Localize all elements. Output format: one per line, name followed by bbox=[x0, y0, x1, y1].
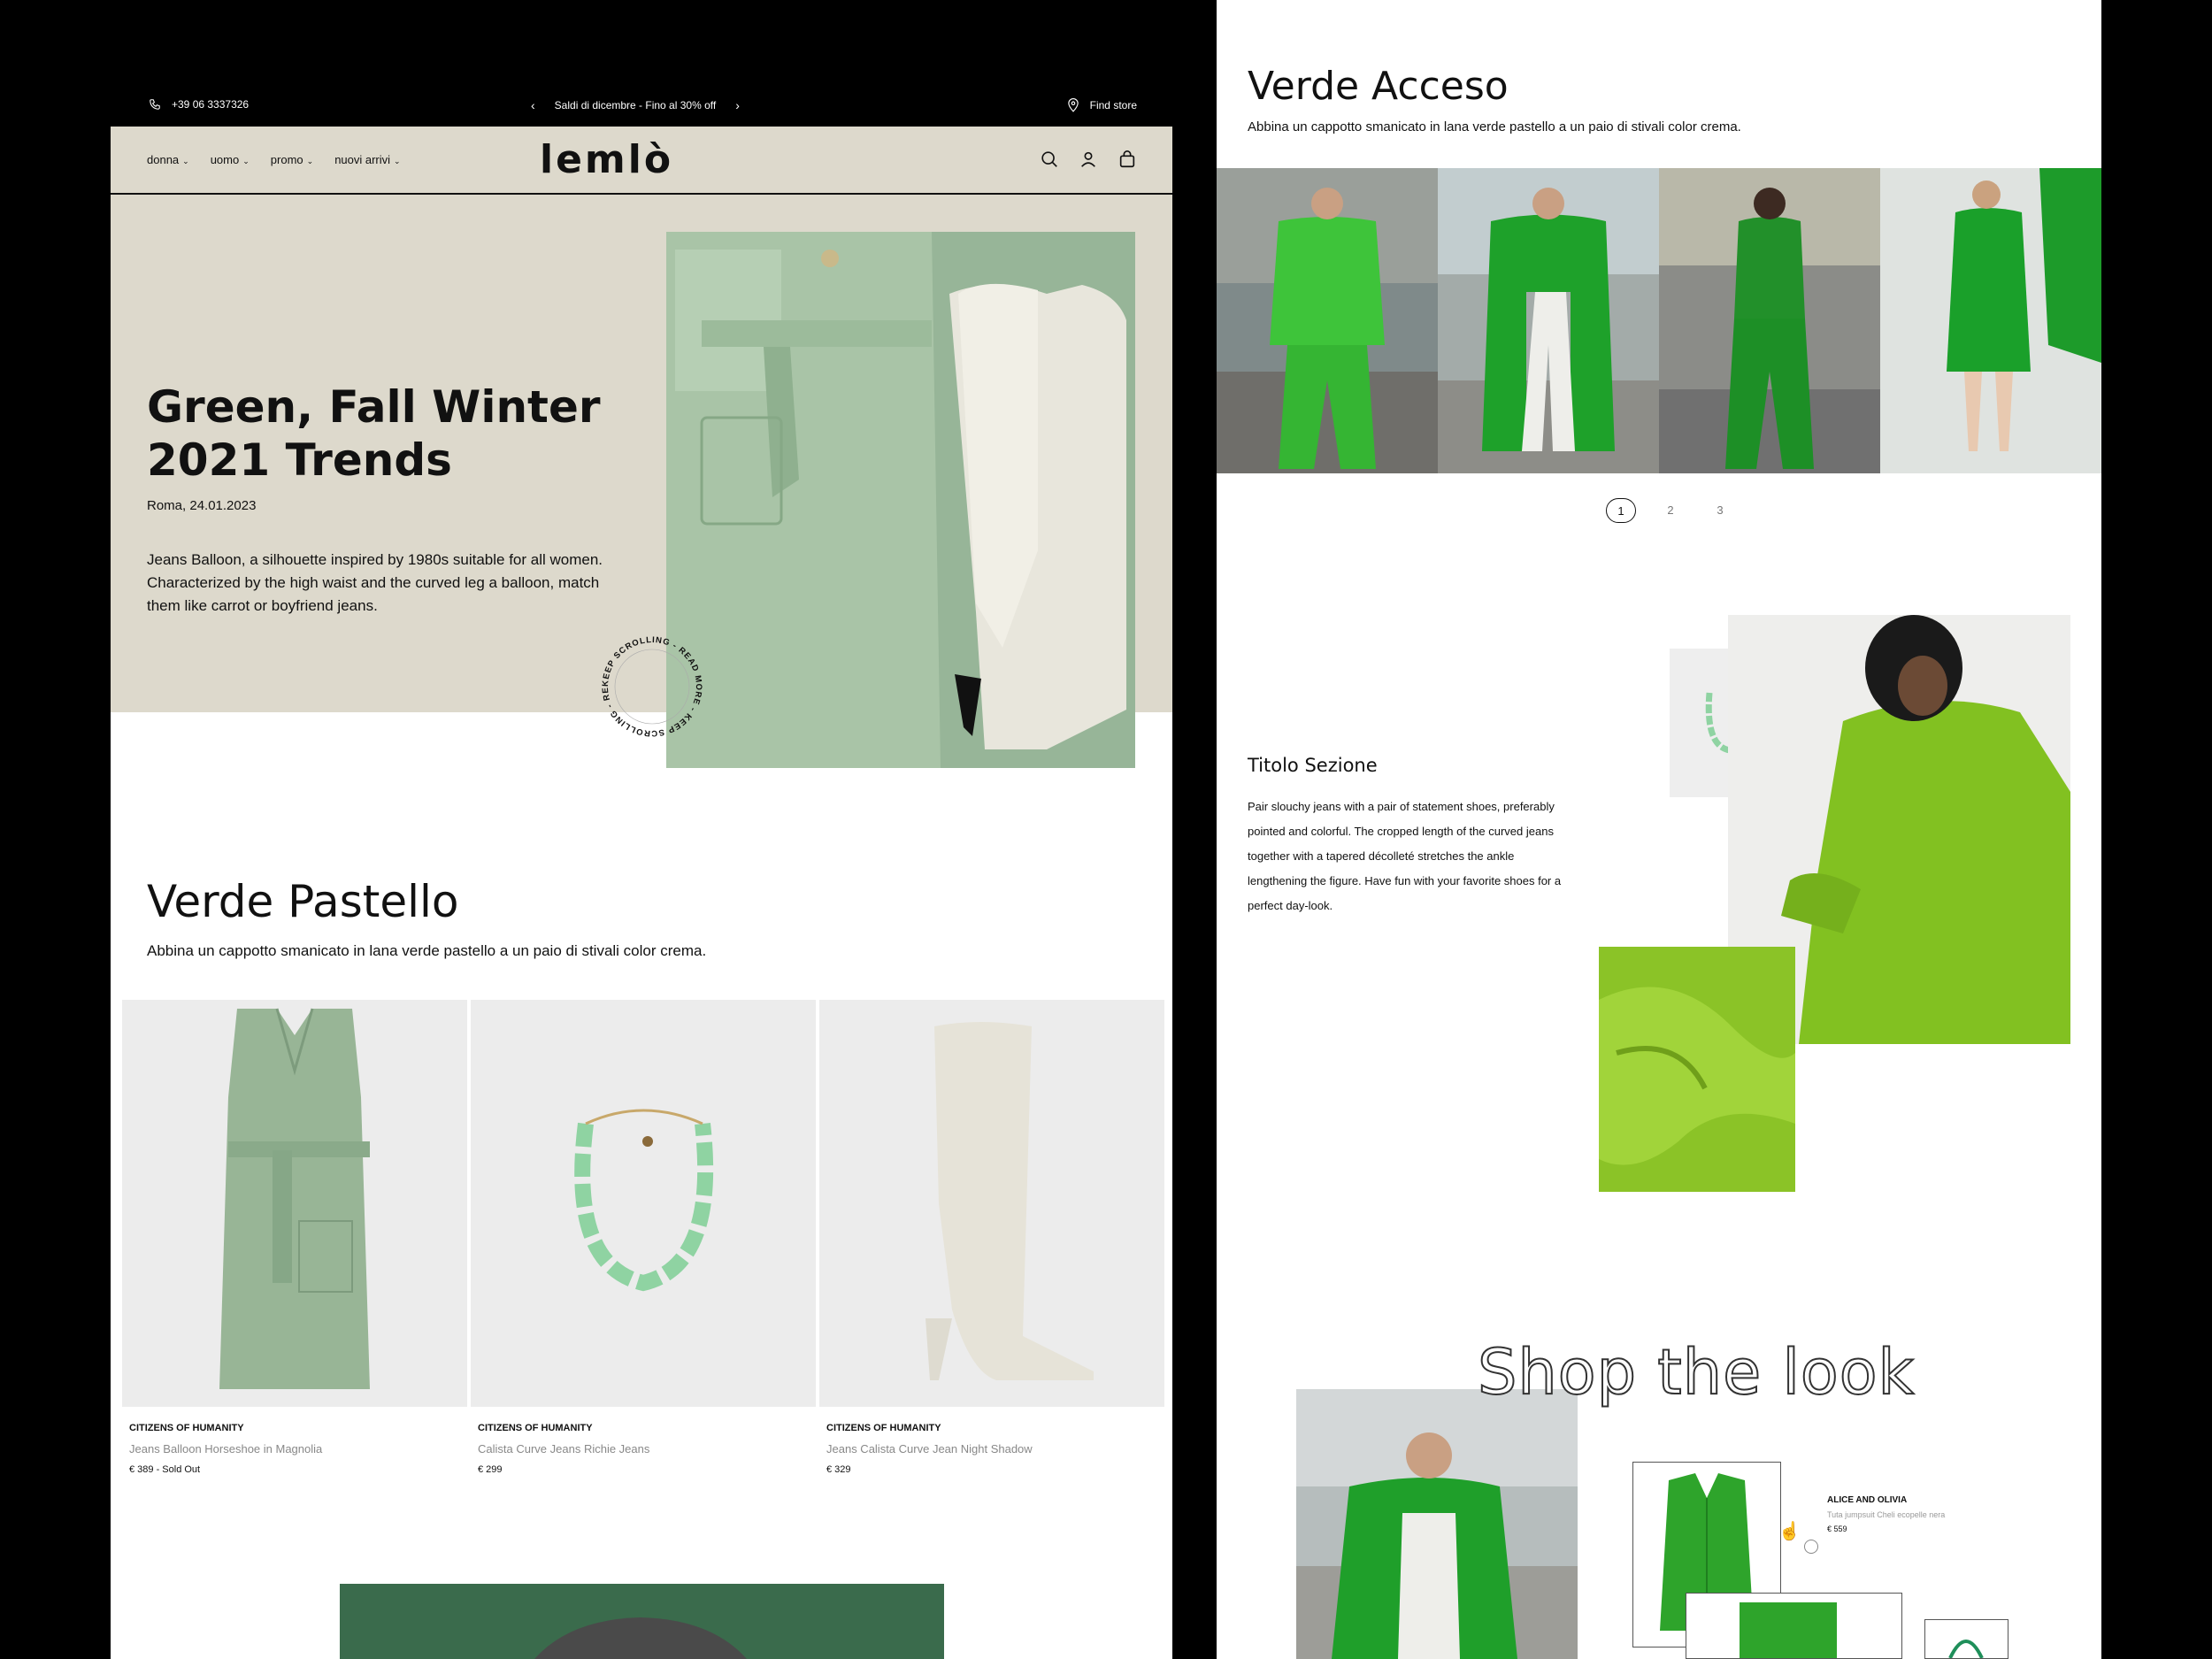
nav-label: nuovi arrivi bbox=[334, 153, 391, 166]
product-name[interactable]: Jeans Balloon Horseshoe in Magnolia bbox=[129, 1442, 467, 1455]
product-price: € 329 bbox=[826, 1464, 851, 1475]
chevron-down-icon: ⌄ bbox=[306, 157, 314, 165]
hero-date: Roma, 24.01.2023 bbox=[147, 498, 257, 513]
page-3-button[interactable]: 3 bbox=[1705, 498, 1735, 523]
product-image-necklace[interactable] bbox=[471, 1000, 816, 1407]
product-card[interactable]: CITIZENS OF HUMANITY Calista Curve Jeans… bbox=[471, 1000, 816, 1475]
site-header: donna ⌄ uomo ⌄ promo ⌄ nuovi arrivi ⌄ lemlò bbox=[111, 127, 1172, 195]
look-product-info[interactable]: ALICE AND OLIVIA Tuta jumpsuit Cheli eco… bbox=[1827, 1495, 1945, 1533]
nav-item-nuovi-arrivi[interactable]: nuovi arrivi ⌄ bbox=[334, 153, 400, 166]
product-name[interactable]: Calista Curve Jeans Richie Jeans bbox=[478, 1442, 816, 1455]
product-brand: CITIZENS OF HUMANITY bbox=[478, 1423, 593, 1433]
nav-label: donna bbox=[147, 153, 180, 166]
section-title: Verde Acceso bbox=[1248, 64, 1509, 109]
nav-item-donna[interactable]: donna ⌄ bbox=[147, 153, 189, 166]
product-card[interactable]: CITIZENS OF HUMANITY Jeans Calista Curve… bbox=[819, 1000, 1164, 1475]
promo-carousel: ‹ Saldi di dicembre - Fino al 30% off › bbox=[531, 98, 740, 112]
section-title: Verde Pastello bbox=[147, 876, 459, 927]
nav-label: uomo bbox=[210, 153, 240, 166]
product-price: € 559 bbox=[1827, 1525, 1847, 1533]
hand-cursor-icon: ☝ bbox=[1778, 1522, 1801, 1541]
top-bar: +39 06 3337326 ‹ Saldi di dicembre - Fin… bbox=[111, 84, 1172, 127]
gallery-photo[interactable] bbox=[1217, 168, 1438, 473]
phone-number: +39 06 3337326 bbox=[172, 98, 250, 111]
look-photo[interactable] bbox=[1296, 1389, 1578, 1659]
fabric-photo[interactable] bbox=[1599, 947, 1795, 1192]
gallery-photo[interactable] bbox=[1438, 168, 1659, 473]
right-page: Verde Acceso Abbina un cappotto smanicat… bbox=[1217, 0, 2101, 1659]
gallery-photo[interactable] bbox=[1659, 168, 1880, 473]
product-price: € 389 - Sold Out bbox=[129, 1464, 201, 1475]
section-subtitle: Abbina un cappotto smanicato in lana ver… bbox=[1248, 119, 1741, 134]
hero-description: Jeans Balloon, a silhouette inspired by … bbox=[147, 551, 603, 614]
location-pin-icon bbox=[1067, 98, 1079, 112]
chevron-right-icon[interactable]: › bbox=[735, 98, 740, 112]
look-item-shorts[interactable] bbox=[1686, 1593, 1902, 1659]
product-brand: CITIZENS OF HUMANITY bbox=[129, 1423, 244, 1433]
page-2-button[interactable]: 2 bbox=[1655, 498, 1686, 523]
section-subtitle: Abbina un cappotto smanicato in lana ver… bbox=[147, 942, 707, 959]
bag-icon[interactable] bbox=[1118, 150, 1139, 171]
look-item-bag[interactable] bbox=[1924, 1619, 2008, 1659]
nav-item-promo[interactable]: promo ⌄ bbox=[271, 153, 313, 166]
product-image-boot[interactable] bbox=[819, 1000, 1164, 1407]
section-title: Titolo Sezione bbox=[1248, 755, 1378, 776]
brand-logo[interactable]: lemlò bbox=[540, 137, 673, 182]
chevron-left-icon[interactable]: ‹ bbox=[531, 98, 535, 112]
left-page: +39 06 3337326 ‹ Saldi di dicembre - Fin… bbox=[111, 0, 1172, 1659]
keep-scrolling-badge[interactable]: KEEP SCROLLING - READ MORE - KEEP SCROLL… bbox=[595, 630, 709, 743]
product-brand: ALICE AND OLIVIA bbox=[1827, 1495, 1908, 1505]
find-store-link[interactable]: Find store bbox=[1067, 98, 1137, 112]
page-1-button[interactable]: 1 bbox=[1606, 498, 1636, 523]
lookbook-gallery bbox=[1217, 168, 2101, 473]
product-brand: CITIZENS OF HUMANITY bbox=[826, 1423, 941, 1433]
product-name[interactable]: Jeans Calista Curve Jean Night Shadow bbox=[826, 1442, 1164, 1455]
phone-contact[interactable]: +39 06 3337326 bbox=[149, 98, 249, 111]
chevron-down-icon: ⌄ bbox=[182, 157, 189, 165]
nav-item-uomo[interactable]: uomo ⌄ bbox=[211, 153, 250, 166]
product-card[interactable]: CITIZENS OF HUMANITY Jeans Balloon Horse… bbox=[122, 1000, 467, 1475]
editorial-image bbox=[340, 1584, 944, 1659]
hero-title: Green, Fall Winter 2021 Trends bbox=[147, 381, 601, 486]
svg-text:KEEP SCROLLING - READ MORE - K: KEEP SCROLLING - READ MORE - KEEP SCROLL… bbox=[595, 630, 703, 738]
product-image-vest[interactable] bbox=[122, 1000, 467, 1407]
main-nav: donna ⌄ uomo ⌄ promo ⌄ nuovi arrivi ⌄ bbox=[147, 153, 401, 166]
chevron-down-icon: ⌄ bbox=[242, 157, 250, 165]
product-price: € 299 bbox=[478, 1464, 503, 1475]
section-text: Pair slouchy jeans with a pair of statem… bbox=[1248, 800, 1562, 912]
promo-text: Saldi di dicembre - Fino al 30% off bbox=[554, 99, 717, 111]
hotspot-marker[interactable] bbox=[1804, 1540, 1818, 1554]
shop-the-look-title: Shop the look bbox=[1477, 1335, 1916, 1409]
nav-label: promo bbox=[270, 153, 303, 166]
hero-image bbox=[666, 232, 1135, 768]
chevron-down-icon: ⌄ bbox=[394, 157, 401, 165]
gallery-pagination: 1 2 3 bbox=[1606, 498, 1735, 523]
header-icons bbox=[1040, 150, 1139, 171]
phone-icon bbox=[150, 99, 160, 110]
find-store-label: Find store bbox=[1089, 99, 1137, 111]
gallery-photo[interactable] bbox=[1880, 168, 2101, 473]
search-icon[interactable] bbox=[1040, 150, 1061, 171]
product-name: Tuta jumpsuit Cheli ecopelle nera bbox=[1827, 1510, 1946, 1519]
account-icon[interactable] bbox=[1079, 150, 1100, 171]
